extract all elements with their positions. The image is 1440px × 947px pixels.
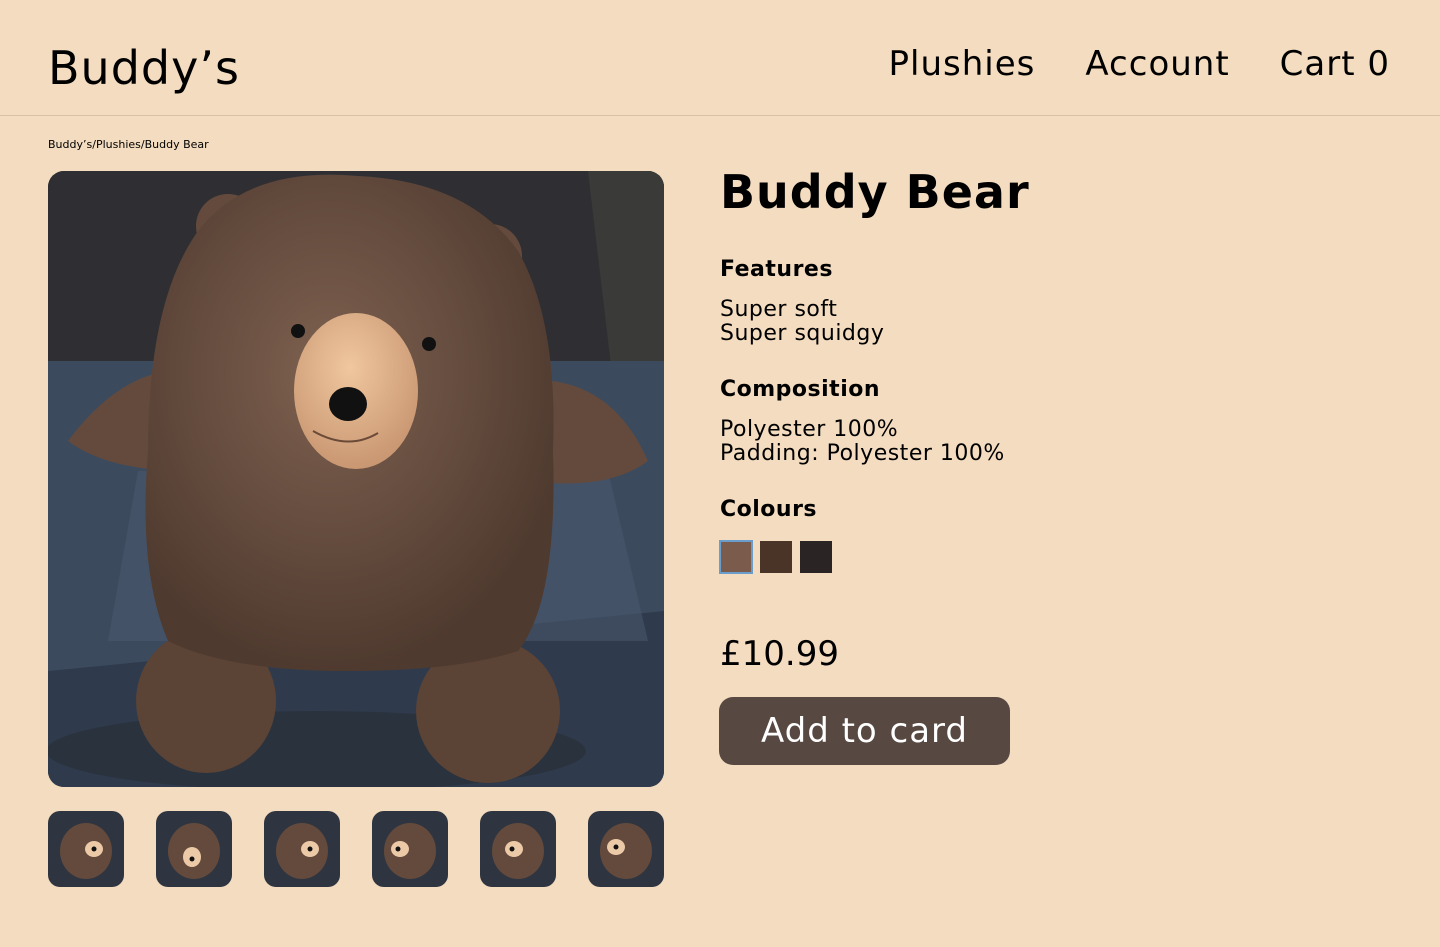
breadcrumb: Buddy’s/Plushies/Buddy Bear xyxy=(48,138,209,152)
thumbnail-image xyxy=(156,811,232,887)
colours-heading: Colours xyxy=(720,497,818,522)
composition-heading: Composition xyxy=(720,377,881,402)
add-to-cart-button[interactable]: Add to card xyxy=(719,697,1010,765)
product-info: Buddy Bear Features Super soft Super squ… xyxy=(719,164,1400,765)
main-nav: Plushies Account Cart 0 xyxy=(889,44,1390,84)
colour-swatches xyxy=(719,540,832,574)
thumbnail-5[interactable] xyxy=(480,811,556,887)
thumbnail-3[interactable] xyxy=(264,811,340,887)
product-main-image[interactable] xyxy=(48,171,664,787)
site-logo[interactable]: Buddy’s xyxy=(48,40,240,96)
composition-list: Polyester 100% Padding: Polyester 100% xyxy=(720,418,1005,466)
breadcrumb-current: Buddy Bear xyxy=(144,138,209,151)
nav-account[interactable]: Account xyxy=(1085,44,1229,84)
thumbnail-6[interactable] xyxy=(588,811,664,887)
thumbnail-strip xyxy=(48,811,664,887)
thumbnail-image xyxy=(48,811,124,887)
thumbnail-image xyxy=(264,811,340,887)
breadcrumb-home[interactable]: Buddy’s xyxy=(48,138,92,151)
nav-cart[interactable]: Cart 0 xyxy=(1280,44,1390,84)
thumbnail-4[interactable] xyxy=(372,811,448,887)
colour-swatch-dark-brown[interactable] xyxy=(760,541,792,573)
breadcrumb-plushies[interactable]: Plushies xyxy=(96,138,141,151)
thumbnail-image xyxy=(372,811,448,887)
nav-plushies[interactable]: Plushies xyxy=(889,44,1036,84)
thumbnail-2[interactable] xyxy=(156,811,232,887)
features-heading: Features xyxy=(720,257,833,282)
product-title: Buddy Bear xyxy=(720,165,1030,219)
feature-item: Super soft xyxy=(720,297,838,322)
thumbnail-image xyxy=(480,811,556,887)
feature-item: Super squidgy xyxy=(720,321,885,346)
composition-item: Polyester 100% xyxy=(720,417,899,442)
composition-item: Padding: Polyester 100% xyxy=(720,441,1005,466)
thumbnail-1[interactable] xyxy=(48,811,124,887)
features-list: Super soft Super squidgy xyxy=(720,298,884,346)
site-header: Buddy’s Plushies Account Cart 0 xyxy=(0,0,1440,116)
thumbnail-image xyxy=(588,811,664,887)
colour-swatch-black[interactable] xyxy=(800,541,832,573)
colour-swatch-light-brown[interactable] xyxy=(719,540,753,574)
product-price: £10.99 xyxy=(720,634,839,674)
bear-photo xyxy=(48,171,664,787)
